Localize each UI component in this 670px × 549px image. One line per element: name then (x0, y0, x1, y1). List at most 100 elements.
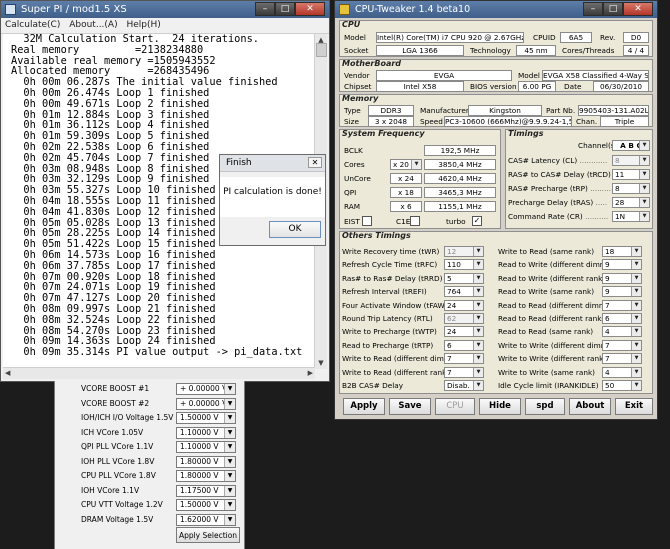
apply-selection-button[interactable]: Apply Selection (176, 527, 240, 543)
turbo-checkbox[interactable]: ✓ (472, 216, 482, 226)
timing-select[interactable]: 62 ▼ (444, 313, 484, 324)
chevron-down-icon[interactable]: ▼ (631, 287, 641, 297)
timing-select[interactable]: 764 ▼ (444, 286, 484, 298)
hide-button[interactable]: Hide (479, 398, 521, 415)
chevron-down-icon[interactable]: ▼ (473, 327, 483, 337)
voltage-select[interactable]: 1.17500 V ▼ (176, 484, 236, 497)
chevron-down-icon[interactable]: ▼ (473, 260, 483, 270)
chevron-down-icon[interactable]: ▼ (473, 300, 483, 310)
timing-select[interactable]: 7 ▼ (602, 299, 642, 311)
eist-checkbox[interactable] (362, 216, 372, 226)
chevron-down-icon[interactable]: ▼ (224, 456, 235, 467)
minimize-button[interactable]: – (255, 2, 275, 16)
timing-select[interactable]: 5 ▼ (444, 272, 484, 284)
timing-select[interactable]: 4 ▼ (602, 366, 642, 378)
close-button[interactable]: ✕ (295, 2, 325, 16)
timing-select[interactable]: 9 ▼ (602, 259, 642, 271)
trcd-select[interactable]: 11 ▼ (612, 169, 650, 180)
chevron-down-icon[interactable]: ▼ (473, 287, 483, 297)
voltage-select[interactable]: 1.62000 V ▼ (176, 513, 236, 526)
timing-select[interactable]: 6 ▼ (602, 313, 642, 324)
scroll-left-icon[interactable]: ◀ (5, 369, 10, 377)
chevron-down-icon[interactable]: ▼ (639, 212, 649, 221)
timing-select[interactable]: 50 ▼ (602, 380, 642, 391)
chevron-down-icon[interactable]: ▼ (631, 367, 641, 377)
chevron-down-icon[interactable]: ▼ (473, 340, 483, 350)
timing-select[interactable]: 18 ▼ (602, 246, 642, 257)
chevron-down-icon[interactable]: ▼ (224, 471, 235, 481)
chevron-down-icon[interactable]: ▼ (639, 170, 649, 179)
chevron-down-icon[interactable]: ▼ (224, 514, 235, 525)
chevron-down-icon[interactable]: ▼ (639, 141, 649, 150)
chevron-down-icon[interactable]: ▼ (224, 442, 235, 452)
chevron-down-icon[interactable]: ▼ (631, 381, 641, 390)
maximize-button[interactable]: □ (603, 2, 623, 16)
chevron-down-icon[interactable]: ▼ (631, 300, 641, 310)
voltage-select[interactable]: 1.50000 V ▼ (176, 412, 236, 424)
voltage-select[interactable]: + 0.00000 V ▼ (176, 397, 236, 410)
timing-select[interactable]: Disab. ▼ (444, 380, 484, 391)
chevron-down-icon[interactable]: ▼ (631, 273, 641, 283)
minimize-button[interactable]: – (583, 2, 603, 16)
exit-button[interactable]: Exit (615, 398, 653, 415)
chevron-down-icon[interactable]: ▼ (224, 413, 235, 423)
maximize-button[interactable]: □ (275, 2, 295, 16)
chevron-down-icon[interactable]: ▼ (224, 384, 235, 394)
chevron-down-icon[interactable]: ▼ (473, 273, 483, 283)
chevron-down-icon[interactable]: ▼ (639, 184, 649, 193)
voltage-select[interactable]: 1.80000 V ▼ (176, 470, 236, 482)
spd-button[interactable]: spd (525, 398, 565, 415)
timing-select[interactable]: 7 ▼ (444, 366, 484, 378)
save-button[interactable]: Save (389, 398, 431, 415)
menu-about[interactable]: About...(A) (69, 20, 117, 30)
apply-button[interactable]: Apply (343, 398, 385, 415)
timing-select[interactable]: 7 ▼ (602, 339, 642, 351)
ok-button[interactable]: OK (269, 221, 321, 238)
chevron-down-icon[interactable]: ▼ (473, 247, 483, 256)
chevron-down-icon[interactable]: ▼ (631, 247, 641, 256)
menu-help[interactable]: Help(H) (126, 20, 160, 30)
chevron-down-icon[interactable]: ▼ (411, 160, 421, 169)
chevron-down-icon[interactable]: ▼ (631, 340, 641, 350)
timing-select[interactable]: 9 ▼ (602, 272, 642, 284)
chevron-down-icon[interactable]: ▼ (631, 354, 641, 364)
chevron-down-icon[interactable]: ▼ (473, 381, 483, 390)
voltage-select[interactable]: 1.80000 V ▼ (176, 455, 236, 468)
chevron-down-icon[interactable]: ▼ (224, 427, 235, 438)
voltage-select[interactable]: + 0.00000 V ▼ (176, 383, 236, 395)
cputweaker-titlebar[interactable]: CPU-Tweaker 1.4 beta10 – □ ✕ (335, 1, 657, 18)
chevron-down-icon[interactable]: ▼ (631, 327, 641, 337)
finish-titlebar[interactable]: Finish ✕ (220, 155, 325, 172)
chevron-down-icon[interactable]: ▼ (631, 314, 641, 323)
cr-select[interactable]: 1N ▼ (612, 211, 650, 222)
chevron-down-icon[interactable]: ▼ (473, 314, 483, 323)
timing-select[interactable]: 12 ▼ (444, 246, 484, 257)
chevron-down-icon[interactable]: ▼ (224, 485, 235, 496)
scroll-down-icon[interactable]: ▼ (315, 357, 327, 369)
superpi-horizontal-scrollbar[interactable]: ◀ ▶ (3, 367, 315, 379)
chevron-down-icon[interactable]: ▼ (639, 198, 649, 207)
chevron-down-icon[interactable]: ▼ (473, 367, 483, 377)
trp-select[interactable]: 8 ▼ (612, 183, 650, 194)
menu-calculate[interactable]: Calculate(C) (5, 20, 60, 30)
dialog-close-icon[interactable]: ✕ (308, 157, 322, 168)
chevron-down-icon[interactable]: ▼ (639, 156, 649, 165)
voltage-select[interactable]: 1.10000 V ▼ (176, 441, 236, 453)
chevron-down-icon[interactable]: ▼ (473, 354, 483, 364)
chevron-down-icon[interactable]: ▼ (224, 398, 235, 409)
cl-select[interactable]: 8 ▼ (612, 155, 650, 166)
voltage-select[interactable]: 1.10000 V ▼ (176, 426, 236, 439)
scroll-right-icon[interactable]: ▶ (308, 369, 313, 377)
chevron-down-icon[interactable]: ▼ (631, 260, 641, 270)
timing-select[interactable]: 24 ▼ (444, 326, 484, 338)
about-button[interactable]: About (569, 398, 611, 415)
close-button[interactable]: ✕ (623, 2, 653, 16)
c1e-checkbox[interactable] (410, 216, 420, 226)
tras-select[interactable]: 28 ▼ (612, 197, 650, 208)
voltage-select[interactable]: 1.50000 V ▼ (176, 499, 236, 511)
timing-select[interactable]: 6 ▼ (444, 339, 484, 351)
superpi-titlebar[interactable]: Super PI / mod1.5 XS – □ ✕ (1, 1, 329, 18)
timing-select[interactable]: 9 ▼ (602, 286, 642, 298)
scroll-thumb[interactable] (316, 43, 327, 57)
timing-select[interactable]: 4 ▼ (602, 326, 642, 338)
